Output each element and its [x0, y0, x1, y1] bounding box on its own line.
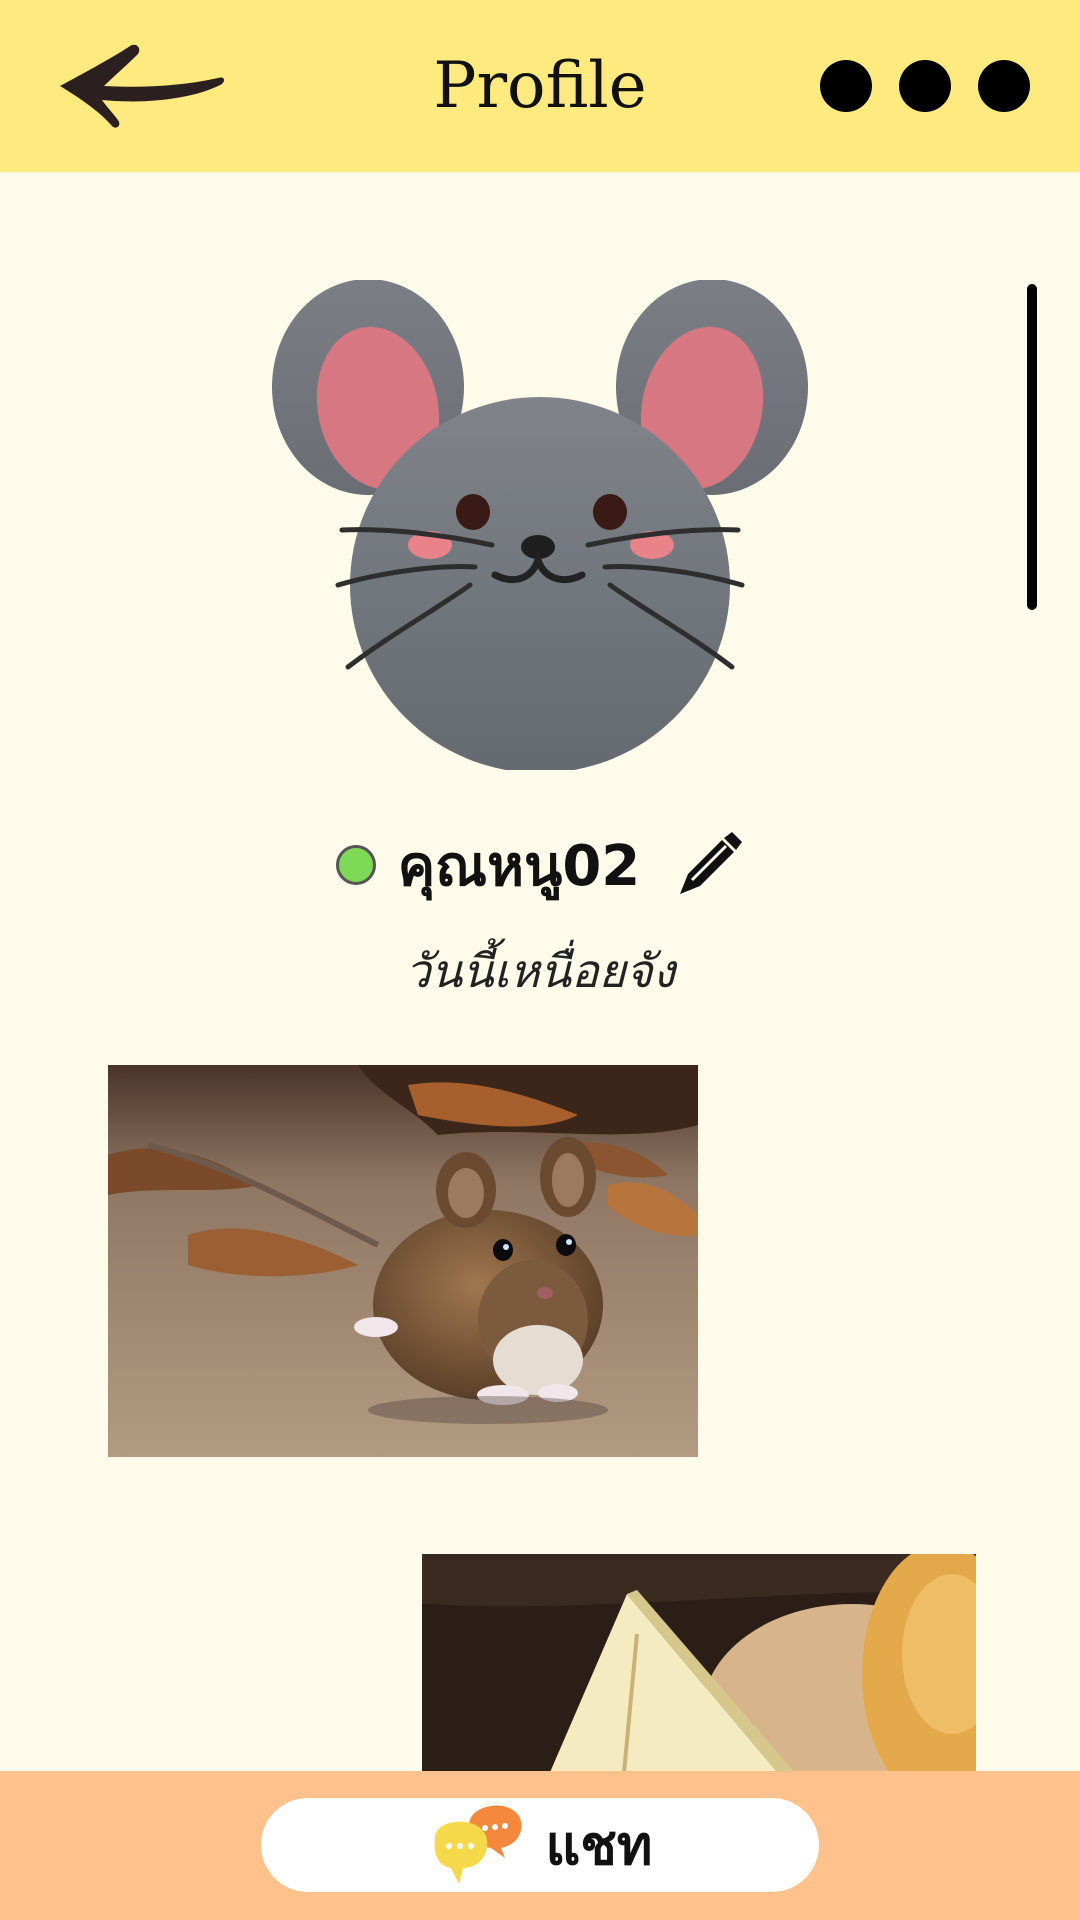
more-dot-icon — [978, 60, 1030, 112]
mouse-photo-image — [108, 1065, 698, 1457]
back-button[interactable] — [52, 40, 232, 135]
chat-bubbles-icon — [435, 1805, 522, 1884]
bottom-bar: แชท — [0, 1771, 1080, 1920]
more-dot-icon — [820, 60, 872, 112]
status-message: วันนี้เหนื่อยจัง — [404, 944, 676, 998]
chat-button-label: แชท — [545, 1814, 653, 1877]
gallery-photo-mouse[interactable] — [108, 1065, 698, 1457]
pen-icon — [680, 832, 743, 894]
profile-avatar[interactable] — [270, 279, 810, 773]
more-options-button[interactable] — [820, 58, 1030, 114]
chat-button[interactable]: แชท — [261, 1798, 819, 1892]
mouse-face-avatar — [272, 279, 808, 773]
top-app-bar: Profile — [0, 0, 1080, 172]
online-status-indicator — [335, 845, 376, 885]
edit-profile-button[interactable] — [674, 830, 744, 900]
profile-name-row: คุณหนู02 — [0, 820, 1080, 910]
back-arrow-icon — [60, 44, 225, 128]
scrollbar[interactable] — [1027, 284, 1037, 610]
more-dot-icon — [899, 60, 951, 112]
profile-name: คุณหนู02 — [397, 833, 641, 899]
